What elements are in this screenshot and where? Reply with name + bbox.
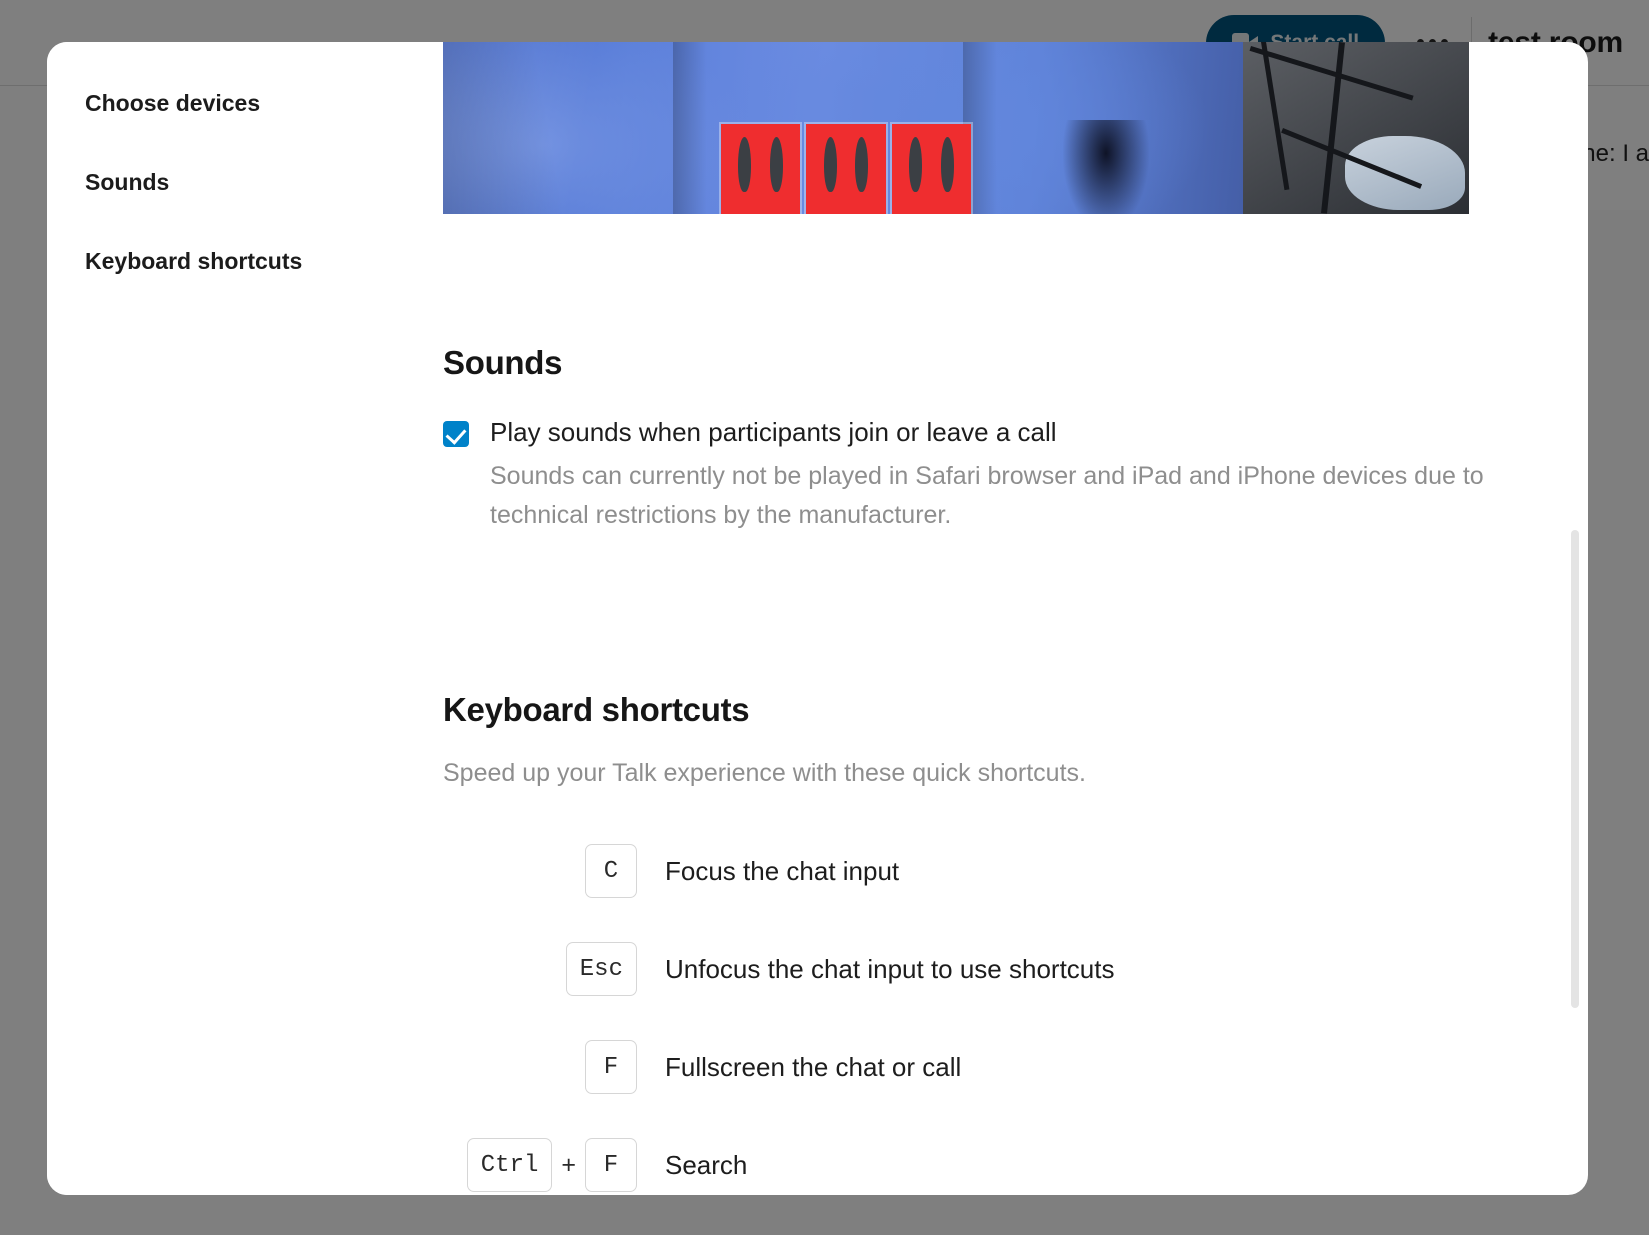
play-sounds-hint: Sounds can currently not be played in Sa…	[490, 461, 1484, 530]
play-sounds-checkbox[interactable]	[443, 421, 469, 447]
shortcut-description: Search	[665, 1149, 748, 1180]
shortcut-row: F Fullscreen the chat or call	[443, 1040, 1588, 1095]
keyboard-shortcuts-subtitle: Speed up your Talk experience with these…	[443, 758, 1086, 787]
key-separator: +	[561, 1150, 576, 1179]
shortcut-row: C Focus the chat input	[443, 844, 1588, 899]
shortcut-keys: Esc	[443, 942, 637, 997]
key-badge: Esc	[565, 942, 637, 997]
settings-dialog: Choose devices Sounds Keyboard shortcuts	[47, 42, 1588, 1195]
keyboard-shortcuts-heading: Keyboard shortcuts	[443, 690, 750, 728]
shortcut-keys: C	[443, 844, 637, 899]
play-sounds-setting[interactable]: Play sounds when participants join or le…	[443, 414, 1588, 536]
nav-item-choose-devices[interactable]: Choose devices	[47, 64, 443, 143]
key-badge: Ctrl	[466, 1138, 553, 1193]
sounds-heading: Sounds	[443, 344, 563, 381]
preview-rod	[1261, 42, 1290, 191]
content-scrollbar[interactable]	[1568, 42, 1580, 1195]
nav-item-sounds[interactable]: Sounds	[47, 143, 443, 222]
shortcut-keys: F	[443, 1040, 637, 1095]
nav-label: Sounds	[85, 169, 170, 195]
preview-fold	[673, 42, 707, 214]
preview-background-room	[1243, 42, 1469, 214]
settings-nav: Choose devices Sounds Keyboard shortcuts	[47, 42, 443, 1195]
shortcut-description: Unfocus the chat input to use shortcuts	[665, 953, 1115, 984]
shortcut-row: Ctrl + F Search	[443, 1138, 1588, 1193]
nav-label: Choose devices	[85, 90, 261, 116]
preview-shadow	[1063, 120, 1149, 214]
shortcut-description: Fullscreen the chat or call	[665, 1051, 962, 1082]
shortcut-keys: Ctrl + F	[443, 1138, 637, 1193]
key-badge: C	[585, 844, 637, 899]
preview-pillow	[1345, 136, 1465, 210]
keyboard-shortcuts-section: Keyboard shortcuts Speed up your Talk ex…	[443, 691, 1588, 1193]
key-badge: F	[585, 1040, 637, 1095]
camera-preview	[443, 42, 1469, 214]
settings-scroll-area: Sounds Play sounds when participants joi…	[443, 42, 1588, 1195]
scrollbar-thumb[interactable]	[1571, 530, 1579, 1008]
nav-label: Keyboard shortcuts	[85, 248, 303, 274]
key-badge: F	[585, 1138, 637, 1193]
play-sounds-label[interactable]: Play sounds when participants join or le…	[490, 414, 1490, 451]
preview-graphic-panels	[721, 124, 971, 214]
settings-content: Sounds Play sounds when participants joi…	[443, 42, 1588, 1195]
shortcut-description: Focus the chat input	[665, 855, 900, 886]
preview-graphic-panel	[891, 124, 971, 214]
nav-item-keyboard-shortcuts[interactable]: Keyboard shortcuts	[47, 222, 443, 301]
preview-graphic-panel	[806, 124, 886, 214]
sounds-section: Sounds Play sounds when participants joi…	[443, 344, 1588, 536]
preview-graphic-panel	[721, 124, 801, 214]
shortcut-row: Esc Unfocus the chat input to use shortc…	[443, 942, 1588, 997]
